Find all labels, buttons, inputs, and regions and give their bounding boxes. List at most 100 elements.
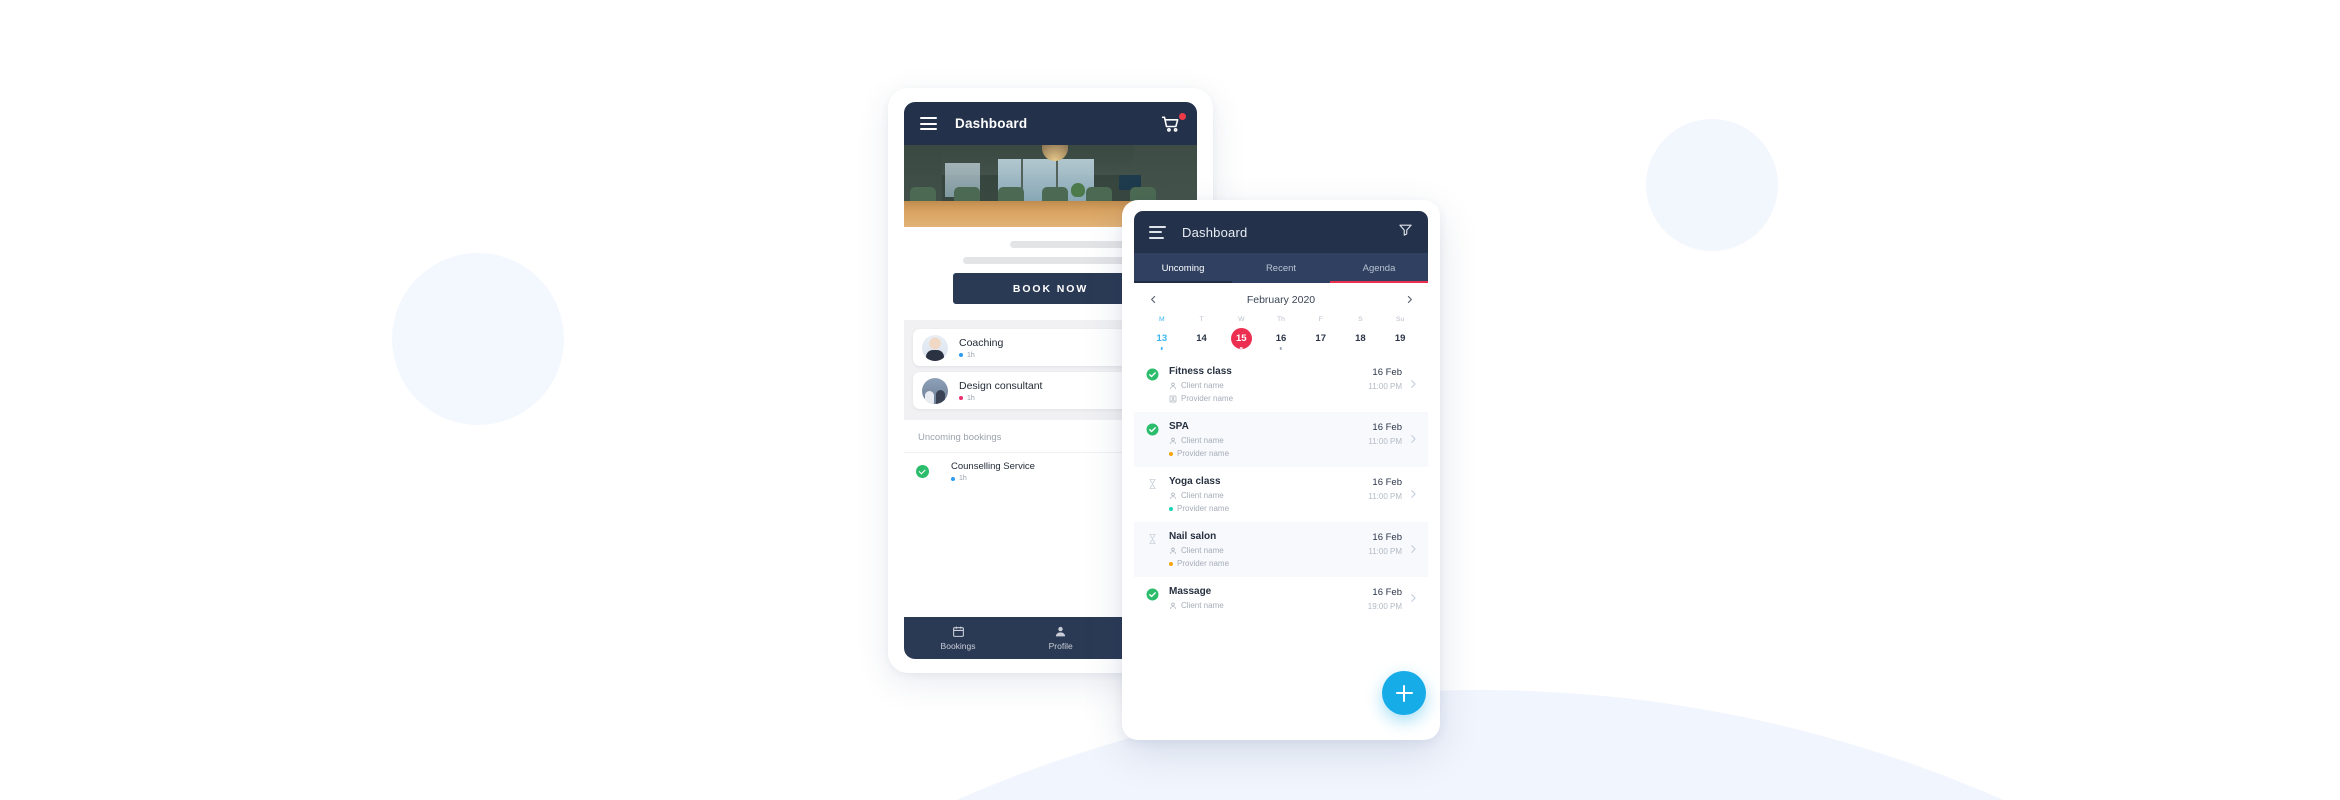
table-row[interactable]: Fitness class Client name Provider name …	[1134, 357, 1428, 412]
chevron-left-icon[interactable]	[1144, 291, 1162, 309]
hamburger-icon[interactable]	[920, 117, 937, 130]
appointment-time: 11:00 PM	[1368, 492, 1402, 501]
client-name: Client name	[1181, 436, 1224, 445]
hamburger-icon[interactable]	[1149, 225, 1166, 239]
calendar-dow: S	[1358, 316, 1363, 323]
chevron-right-icon[interactable]	[1408, 541, 1418, 559]
book-now-button[interactable]: BOOK NOW	[952, 273, 1149, 304]
tab-agenda[interactable]: Agenda	[1330, 253, 1428, 283]
table-row[interactable]: Yoga class Client name Provider name 16 …	[1134, 467, 1428, 522]
agenda-screen: Dashboard Uncoming Recent Agenda Februar…	[1134, 211, 1428, 729]
booking-meta: 1h	[951, 475, 1035, 482]
appointment-time: 11:00 PM	[1368, 547, 1402, 556]
dot-icon	[1169, 451, 1173, 456]
dot-icon	[1169, 561, 1173, 566]
client-name: Client name	[1181, 381, 1224, 390]
status-dot-icon	[959, 353, 963, 357]
check-circle-icon	[916, 465, 929, 478]
appointment-date: 16 Feb	[1372, 587, 1402, 598]
client-name: Client name	[1181, 601, 1224, 610]
status-dot-icon	[959, 396, 963, 400]
background-circle-small	[1646, 119, 1778, 251]
filter-funnel-icon[interactable]	[1398, 222, 1413, 242]
appointment-time: 19:00 PM	[1367, 602, 1402, 611]
calendar-day-number: 17	[1315, 332, 1326, 344]
service-meta: 1h	[959, 395, 1042, 402]
person-icon	[1170, 437, 1176, 444]
appointment-provider: Provider name	[1169, 504, 1368, 513]
calendar-day[interactable]: 17	[1310, 328, 1331, 349]
service-meta: 1h	[959, 352, 1003, 359]
status-dot-icon	[951, 476, 955, 481]
add-booking-fab[interactable]	[1382, 671, 1426, 715]
chevron-right-icon[interactable]	[1408, 590, 1418, 608]
calendar-day-number: 16	[1275, 332, 1287, 344]
appointment-provider: Provider name	[1169, 559, 1368, 568]
chevron-right-icon[interactable]	[1400, 291, 1418, 309]
tab-profile[interactable]: Profile	[1049, 625, 1073, 651]
appointment-provider: Provider name	[1169, 394, 1368, 403]
client-name: Client name	[1181, 546, 1224, 555]
appointment-time: 11:00 PM	[1368, 382, 1402, 391]
appointment-date: 16 Feb	[1372, 532, 1402, 543]
provider-name: Provider name	[1177, 449, 1230, 458]
service-duration: 1h	[967, 394, 975, 402]
tab-recent[interactable]: Recent	[1232, 253, 1330, 283]
calendar-day[interactable]: 19	[1390, 328, 1411, 349]
calendar-day[interactable]: 16	[1270, 328, 1291, 350]
agenda-card-right: Dashboard Uncoming Recent Agenda Februar…	[1122, 200, 1440, 740]
calendar-day-number: 18	[1355, 332, 1366, 344]
background-circle-large	[392, 253, 564, 425]
tab-bookings[interactable]: Bookings	[941, 625, 976, 651]
table-row[interactable]: SPA Client name Provider name 16 Feb 11:…	[1134, 412, 1428, 467]
calendar-dow: T	[1199, 316, 1204, 323]
appointment-client: Client name	[1169, 491, 1368, 500]
table-row[interactable]: Nail salon Client name Provider name 16 …	[1134, 522, 1428, 577]
appointment-time: 11:00 PM	[1368, 437, 1402, 446]
calendar-icon	[952, 626, 964, 637]
chevron-right-icon[interactable]	[1408, 486, 1418, 504]
calendar-day[interactable]: 14	[1191, 328, 1212, 349]
tab-uncoming[interactable]: Uncoming	[1134, 253, 1232, 283]
person-icon	[1170, 382, 1176, 389]
hourglass-icon	[1146, 478, 1159, 490]
app-bar: Dashboard	[1134, 211, 1428, 253]
provider-name: Provider name	[1181, 394, 1234, 403]
person-icon	[1170, 492, 1176, 499]
appointment-title: Massage	[1169, 586, 1212, 597]
person-icon	[1170, 547, 1176, 554]
app-bar: Dashboard	[904, 102, 1197, 145]
id-badge-icon	[1169, 395, 1177, 402]
avatar	[922, 377, 948, 404]
tab-label: Uncoming	[1161, 262, 1205, 274]
calendar-dow: W	[1238, 316, 1245, 323]
calendar-day-selected[interactable]: 15	[1230, 327, 1252, 350]
appointment-title: SPA	[1169, 421, 1189, 432]
calendar-day-number: 14	[1196, 332, 1207, 344]
booking-name: Counselling Service	[951, 461, 1035, 472]
table-row[interactable]: Massage Client name 16 Feb 19:00 PM	[1134, 577, 1428, 620]
calendar-month-label: February 2020	[1246, 293, 1316, 306]
service-name: Design consultant	[959, 379, 1043, 392]
client-name: Client name	[1181, 491, 1224, 500]
appointment-client: Client name	[1169, 381, 1368, 390]
chevron-right-icon[interactable]	[1408, 431, 1418, 449]
avatar	[922, 334, 948, 361]
appointment-date: 16 Feb	[1372, 367, 1402, 378]
booking-duration: 1h	[959, 475, 967, 482]
calendar-day[interactable]: 13	[1151, 328, 1172, 350]
shopping-cart-icon[interactable]	[1161, 112, 1186, 134]
page-title: Dashboard	[955, 116, 1028, 131]
calendar-day[interactable]: 18	[1350, 328, 1371, 349]
calendar-day-number: 19	[1394, 332, 1406, 344]
appointment-title: Nail salon	[1169, 531, 1217, 542]
appointment-client: Client name	[1169, 436, 1368, 445]
chevron-right-icon[interactable]	[1408, 376, 1418, 394]
tab-label: Bookings	[940, 641, 976, 651]
service-duration: 1h	[967, 351, 975, 359]
hourglass-icon	[1146, 533, 1159, 545]
tab-label: Profile	[1048, 641, 1073, 651]
check-circle-icon	[1146, 423, 1159, 436]
dot-icon	[1169, 506, 1173, 511]
appointment-title: Fitness class	[1169, 366, 1232, 377]
